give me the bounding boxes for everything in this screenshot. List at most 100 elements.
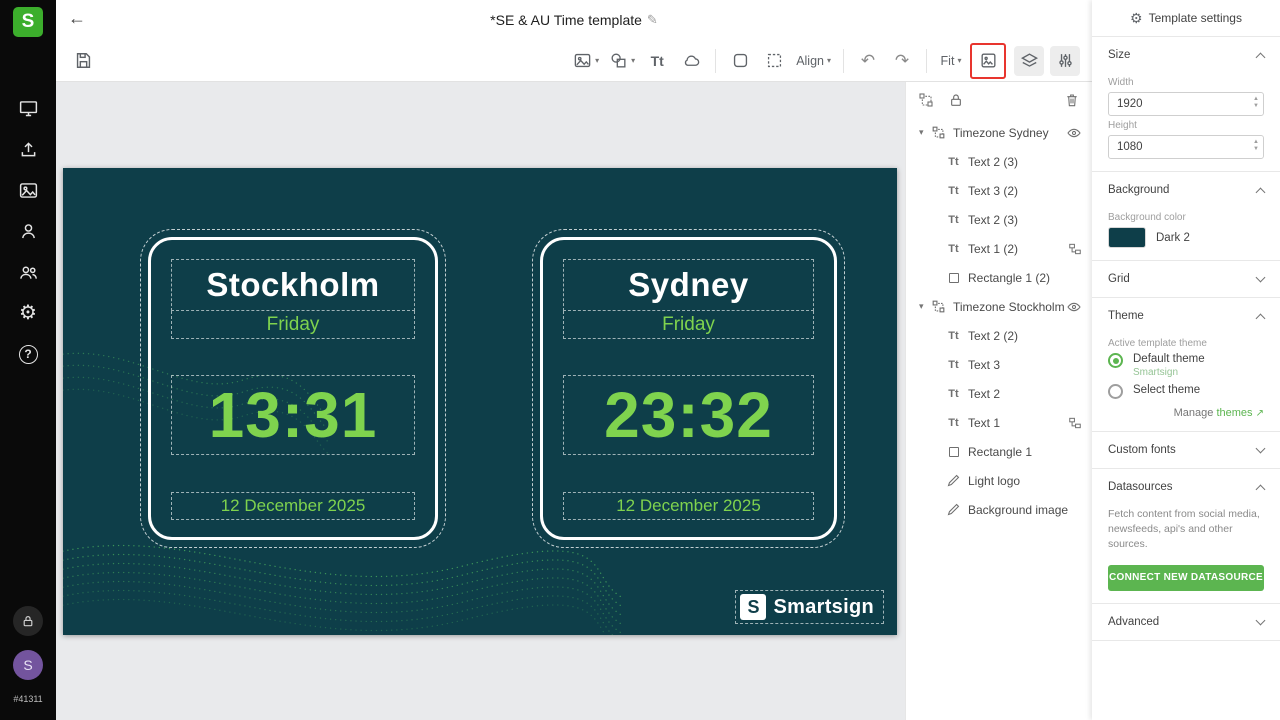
insert-text-button[interactable]: Tt (642, 46, 672, 76)
day-text-stockholm[interactable]: Friday (171, 311, 415, 339)
toolbar-right-group (1014, 46, 1080, 76)
section-background-header[interactable]: Background (1092, 172, 1280, 208)
pencil-icon (946, 473, 961, 488)
expand-caret-icon[interactable]: ▾ (919, 127, 931, 138)
radio-unselected-icon[interactable] (1108, 384, 1123, 399)
text-layer-icon: Tt (946, 212, 961, 227)
smartsign-watermark[interactable]: S Smartsign (735, 590, 884, 624)
layer-row-background-image[interactable]: Background image (906, 495, 1092, 524)
layer-row[interactable]: TtText 2 (2) (906, 321, 1092, 350)
toolbar-separator (843, 49, 844, 73)
date-text-stockholm[interactable]: 12 December 2025 (171, 492, 415, 520)
expand-caret-icon[interactable]: ▾ (919, 301, 931, 312)
layer-group-stockholm[interactable]: ▾ Timezone Stockholm (906, 292, 1092, 321)
city-text-stockholm[interactable]: Stockholm (171, 259, 415, 311)
layer-label: Light logo (968, 474, 1020, 488)
section-grid-header[interactable]: Grid (1092, 261, 1280, 297)
media-icon[interactable] (17, 179, 39, 201)
layer-row[interactable]: TtText 1 (906, 408, 1092, 437)
layer-row[interactable]: TtText 3 (2) (906, 176, 1092, 205)
layer-row[interactable]: TtText 1 (2) (906, 234, 1092, 263)
edit-title-icon[interactable]: ✎ (647, 12, 658, 28)
layers-panel-toggle[interactable] (1014, 46, 1044, 76)
default-theme-option[interactable]: Default theme Smartsign (1108, 353, 1264, 378)
selection-frame-button[interactable] (759, 46, 789, 76)
visibility-eye-icon[interactable] (1066, 125, 1082, 141)
width-stepper[interactable]: ▲▼ (1253, 96, 1259, 110)
layer-row[interactable]: Rectangle 1 (906, 437, 1092, 466)
section-size-header[interactable]: Size (1092, 37, 1280, 73)
section-theme-header[interactable]: Theme (1092, 298, 1280, 334)
publish-icon[interactable] (17, 138, 39, 160)
section-datasources-header[interactable]: Datasources (1092, 469, 1280, 505)
height-input[interactable] (1108, 135, 1264, 159)
layer-row[interactable]: TtText 2 (906, 379, 1092, 408)
select-theme-option[interactable]: Select theme (1108, 384, 1264, 399)
insert-image-button[interactable]: ▾ (570, 46, 602, 76)
section-datasources-body: Fetch content from social media, newsfee… (1092, 507, 1280, 603)
radio-selected-icon[interactable] (1108, 353, 1123, 368)
smartsign-logo[interactable]: S (13, 7, 43, 37)
settings-icon[interactable]: ⚙ (17, 302, 39, 324)
lock-icon[interactable] (13, 606, 43, 636)
city-label: Stockholm (206, 266, 379, 304)
section-custom-fonts-header[interactable]: Custom fonts (1092, 432, 1280, 468)
zoom-fit-dropdown[interactable]: Fit ▾ (936, 46, 966, 76)
layer-row[interactable]: TtText 2 (3) (906, 205, 1092, 234)
template-canvas[interactable]: Stockholm Friday 13:31 12 December 2025 … (63, 168, 897, 635)
insert-widget-button[interactable] (676, 46, 706, 76)
save-button[interactable] (68, 46, 98, 76)
background-image-tool-button[interactable] (973, 46, 1003, 76)
width-input[interactable] (1108, 92, 1264, 116)
layers-toolbar (906, 82, 1092, 118)
time-text-stockholm[interactable]: 13:31 (171, 375, 415, 455)
external-link-icon: ↗ (1256, 408, 1264, 419)
settings-panel-header: ⚙ Template settings (1092, 0, 1280, 36)
smartsign-logo-mark: S (740, 594, 766, 620)
layer-row[interactable]: TtText 2 (3) (906, 147, 1092, 176)
lock-layer-icon[interactable] (948, 92, 964, 108)
layer-row-light-logo[interactable]: Light logo (906, 466, 1092, 495)
time-text-sydney[interactable]: 23:32 (563, 375, 814, 455)
day-label: Friday (662, 314, 715, 336)
height-stepper[interactable]: ▲▼ (1253, 139, 1259, 153)
caret-down-icon: ▾ (957, 56, 961, 65)
timezone-group-sydney[interactable]: Sydney Friday 23:32 12 December 2025 (540, 237, 837, 540)
connect-datasource-button[interactable]: CONNECT NEW DATASOURCE (1108, 565, 1264, 591)
section-advanced-header[interactable]: Advanced (1092, 604, 1280, 640)
date-text-sydney[interactable]: 12 December 2025 (563, 492, 814, 520)
datasource-link-icon[interactable] (1068, 416, 1082, 430)
visibility-eye-icon[interactable] (1066, 299, 1082, 315)
rectangle-layer-icon (946, 444, 961, 459)
default-theme-label: Default theme (1133, 353, 1205, 365)
group-objects-icon[interactable] (918, 92, 934, 108)
manage-themes-link[interactable]: themes (1216, 407, 1252, 419)
insert-shape-button[interactable]: ▾ (606, 46, 638, 76)
layer-row[interactable]: TtText 3 (906, 350, 1092, 379)
properties-panel-toggle[interactable] (1050, 46, 1080, 76)
users-icon[interactable] (17, 261, 39, 283)
layers-panel: ▾ Timezone Sydney TtText 2 (3) TtText 3 … (905, 82, 1092, 720)
user-icon[interactable] (17, 220, 39, 242)
height-label: Height (1108, 120, 1264, 131)
user-avatar[interactable]: S (13, 650, 43, 680)
caret-down-icon: ▾ (827, 56, 831, 65)
delete-layer-icon[interactable] (1064, 92, 1080, 108)
undo-button[interactable]: ↶ (853, 46, 883, 76)
top-bar: ← *SE & AU Time template ✎ (56, 0, 1092, 40)
template-title[interactable]: *SE & AU Time template (490, 12, 642, 28)
city-text-sydney[interactable]: Sydney (563, 259, 814, 311)
redo-button[interactable]: ↷ (887, 46, 917, 76)
screens-icon[interactable] (17, 97, 39, 119)
layer-group-sydney[interactable]: ▾ Timezone Sydney (906, 118, 1092, 147)
align-dropdown[interactable]: Align ▾ (793, 46, 834, 76)
section-label: Theme (1108, 310, 1144, 322)
rectangle-layer-icon (946, 270, 961, 285)
datasource-link-icon[interactable] (1068, 242, 1082, 256)
timezone-group-stockholm[interactable]: Stockholm Friday 13:31 12 December 2025 (148, 237, 438, 540)
day-text-sydney[interactable]: Friday (563, 311, 814, 339)
background-color-swatch[interactable] (1108, 227, 1146, 248)
border-style-button[interactable] (725, 46, 755, 76)
help-icon[interactable]: ? (17, 343, 39, 365)
layer-row[interactable]: Rectangle 1 (2) (906, 263, 1092, 292)
